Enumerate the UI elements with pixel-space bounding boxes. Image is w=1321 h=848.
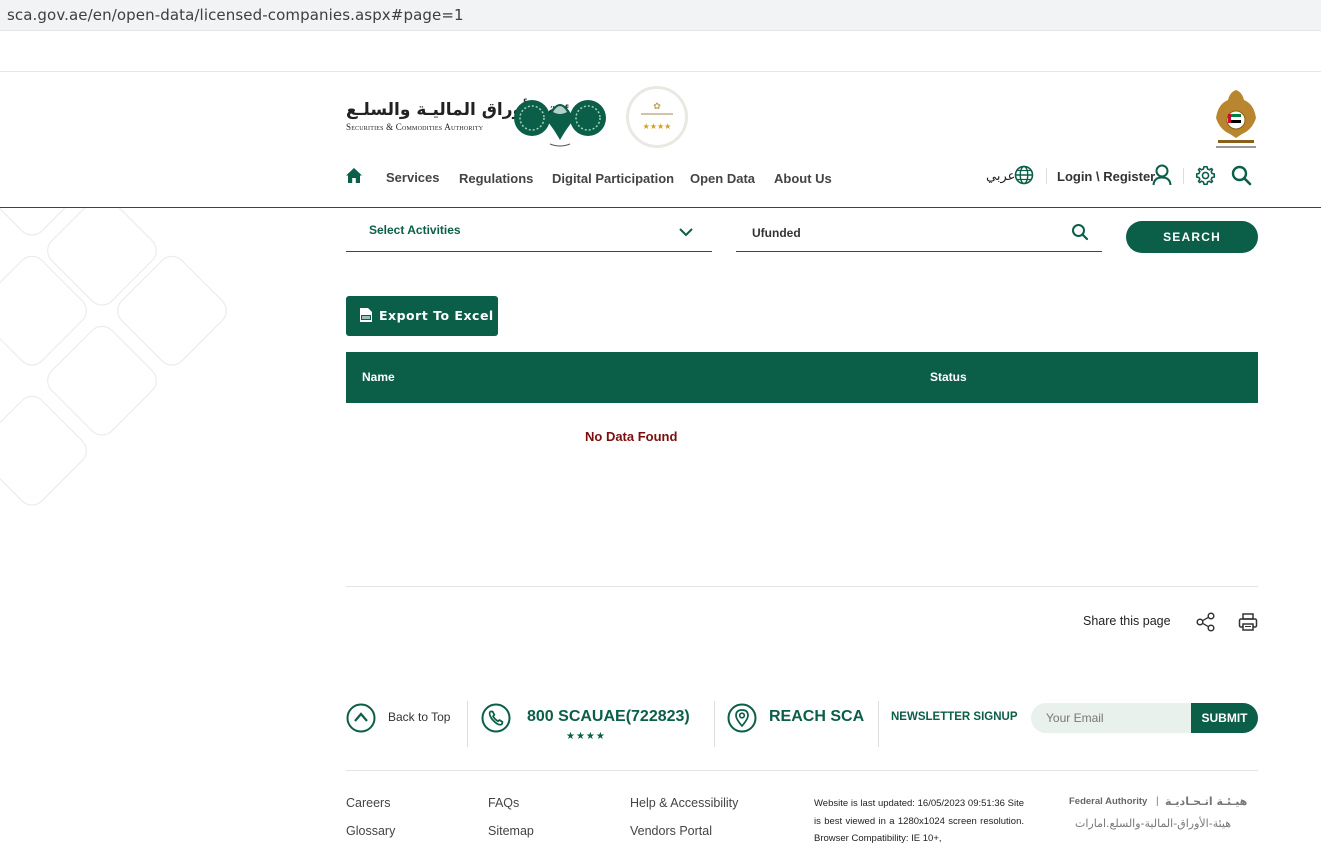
footer-link-faqs[interactable]: FAQs xyxy=(488,796,519,810)
nav-about-us[interactable]: About Us xyxy=(774,171,832,186)
reach-sca-link[interactable]: REACH SCA xyxy=(769,708,864,726)
newsletter-email-input[interactable]: Your Email xyxy=(1031,703,1193,733)
user-icon[interactable] xyxy=(1152,164,1172,186)
logo-english-text[interactable]: Securities & Commodities Authority xyxy=(346,122,483,132)
location-pin-icon[interactable] xyxy=(727,703,757,733)
search-icon[interactable] xyxy=(1071,223,1089,241)
footer-separator xyxy=(467,701,468,747)
footer-link-vendors-portal[interactable]: Vendors Portal xyxy=(630,824,712,838)
footer-divider xyxy=(346,770,1258,771)
newsletter-submit-button[interactable]: SUBMIT xyxy=(1191,703,1258,733)
footer-separator xyxy=(878,701,879,747)
header-separator xyxy=(1046,168,1047,184)
company-search-input[interactable]: Ufunded xyxy=(736,214,1102,252)
gear-icon[interactable] xyxy=(1195,165,1216,186)
share-icon[interactable] xyxy=(1196,612,1215,632)
phone-icon[interactable] xyxy=(481,703,511,733)
column-header-status[interactable]: Status xyxy=(930,370,967,384)
newsletter-signup-label: NEWSLETTER SIGNUP xyxy=(891,711,1018,723)
excellence-star-badge: ✿ ★★★★ xyxy=(626,86,688,148)
share-page-label: Share this page xyxy=(1083,614,1171,628)
email-placeholder: Your Email xyxy=(1046,711,1104,725)
login-register-link[interactable]: Login \ Register xyxy=(1057,169,1155,184)
column-header-name[interactable]: Name xyxy=(362,370,395,384)
results-table-header: Name Status xyxy=(346,352,1258,403)
decorative-pattern xyxy=(0,208,227,506)
globe-icon[interactable] xyxy=(1014,165,1034,185)
export-to-excel-button[interactable]: Export To Excel xyxy=(346,296,498,336)
print-icon[interactable] xyxy=(1238,612,1258,632)
footer-link-careers[interactable]: Careers xyxy=(346,796,390,810)
search-icon[interactable] xyxy=(1231,165,1252,186)
footer-separator xyxy=(714,701,715,747)
browser-address-bar[interactable]: sca.gov.ae/en/open-data/licensed-compani… xyxy=(0,0,1321,31)
nav-regulations[interactable]: Regulations xyxy=(459,171,533,186)
uae-emblem-icon[interactable] xyxy=(1212,84,1260,150)
url-text[interactable]: sca.gov.ae/en/open-data/licensed-compani… xyxy=(7,6,464,24)
federal-authority-arabic: هيـئـة اتـحـاديـة xyxy=(1165,795,1248,808)
site-update-info: Website is last updated: 16/05/2023 09:5… xyxy=(814,798,1024,844)
footer-link-glossary[interactable]: Glossary xyxy=(346,824,395,838)
badge-icon: ✿ ★★★★ xyxy=(633,93,681,141)
content-divider xyxy=(346,586,1258,587)
search-input-value[interactable]: Ufunded xyxy=(752,226,801,240)
federal-authority-label: Federal Authority xyxy=(1069,796,1148,807)
home-icon[interactable] xyxy=(345,167,363,185)
export-label: Export To Excel xyxy=(379,308,494,323)
excel-file-icon xyxy=(360,308,372,322)
activities-select[interactable]: Select Activities xyxy=(346,214,712,252)
header-separator xyxy=(1183,168,1184,184)
header-top-divider xyxy=(0,71,1321,72)
federal-authority-arabic-domain: هيئة-الأوراق-المالية-والسلع.امارات xyxy=(1075,817,1232,830)
language-switch-label[interactable]: عربي xyxy=(986,168,1015,184)
back-to-top-link[interactable]: Back to Top xyxy=(388,710,450,724)
footer-link-sitemap[interactable]: Sitemap xyxy=(488,824,534,838)
footer-link-help-accessibility[interactable]: Help & Accessibility xyxy=(630,796,738,810)
phone-rating-stars: ★★★★ xyxy=(566,731,606,742)
federal-separator: | xyxy=(1156,796,1159,807)
chevron-down-icon[interactable] xyxy=(678,226,694,238)
no-data-message: No Data Found xyxy=(585,429,678,444)
svg-text:★★★★: ★★★★ xyxy=(643,122,672,131)
svg-text:✿: ✿ xyxy=(653,102,661,112)
back-to-top-icon[interactable] xyxy=(346,703,376,733)
nav-open-data[interactable]: Open Data xyxy=(690,171,755,186)
search-button[interactable]: SEARCH xyxy=(1126,221,1258,253)
sca-falcon-logo[interactable] xyxy=(512,86,608,150)
nav-digital-participation[interactable]: Digital Participation xyxy=(552,171,674,186)
nav-services[interactable]: Services xyxy=(386,170,440,185)
phone-number-link[interactable]: 800 SCAUAE(722823) xyxy=(527,708,690,726)
activities-select-label: Select Activities xyxy=(369,223,461,237)
